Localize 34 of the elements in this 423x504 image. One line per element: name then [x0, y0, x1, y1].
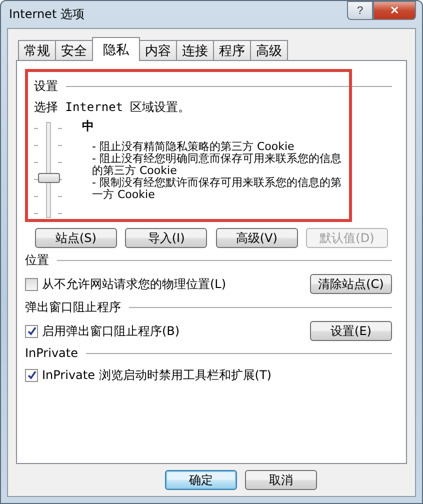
- tab[interactable]: 隐私: [92, 37, 140, 61]
- dialog-button[interactable]: 取消: [245, 470, 317, 490]
- checkbox[interactable]: [25, 278, 38, 290]
- tab[interactable]: 内容: [139, 40, 177, 60]
- close-button[interactable]: ✕: [373, 1, 416, 20]
- group-heading: 弹出窗口阻止程序: [25, 299, 121, 316]
- checkbox-option[interactable]: 启用弹出窗口阻止程序(B): [25, 322, 180, 340]
- dialog-button[interactable]: 站点(S): [35, 228, 117, 248]
- checkbox[interactable]: [25, 368, 38, 382]
- dialog-button[interactable]: 导入(I): [125, 228, 208, 248]
- group-heading: InPrivate: [25, 346, 78, 360]
- group-heading: 位置: [25, 252, 49, 269]
- tab[interactable]: 常规: [18, 40, 56, 60]
- tab[interactable]: 安全: [55, 40, 93, 60]
- instruction-text: 选择 Internet 区域设置。: [34, 99, 192, 116]
- level-name: 中: [82, 118, 95, 135]
- checkbox[interactable]: [25, 324, 38, 338]
- checkbox-option[interactable]: InPrivate 浏览启动时禁用工具栏和扩展(T): [25, 366, 272, 384]
- group-heading: 设置: [34, 78, 58, 95]
- description-line: - 阻止没有精简隐私策略的第三方 Cookie: [92, 141, 294, 153]
- dialog-button[interactable]: 确定: [165, 470, 237, 490]
- window-title: Internet 选项: [9, 6, 84, 23]
- slider-thumb[interactable]: [38, 173, 60, 183]
- privacy-slider[interactable]: [34, 122, 62, 218]
- tab[interactable]: 高级: [250, 40, 288, 60]
- tab[interactable]: 程序: [213, 40, 251, 60]
- description-line: - 限制没有经您默许而保存可用来联系您的信息的第一方 Cookie: [92, 177, 342, 201]
- checkbox-option[interactable]: 从不允许网站请求您的物理位置(L): [25, 276, 226, 292]
- description-line: - 阻止没有经您明确同意而保存可用来联系您的信息的第三方 Cookie: [92, 153, 342, 177]
- help-button[interactable]: ?: [347, 1, 373, 20]
- dialog-button[interactable]: 高级(V): [216, 228, 298, 248]
- dialog-button[interactable]: 清除站点(C): [310, 274, 392, 294]
- tab[interactable]: 连接: [176, 40, 214, 60]
- dialog-button[interactable]: 设置(E): [310, 321, 392, 341]
